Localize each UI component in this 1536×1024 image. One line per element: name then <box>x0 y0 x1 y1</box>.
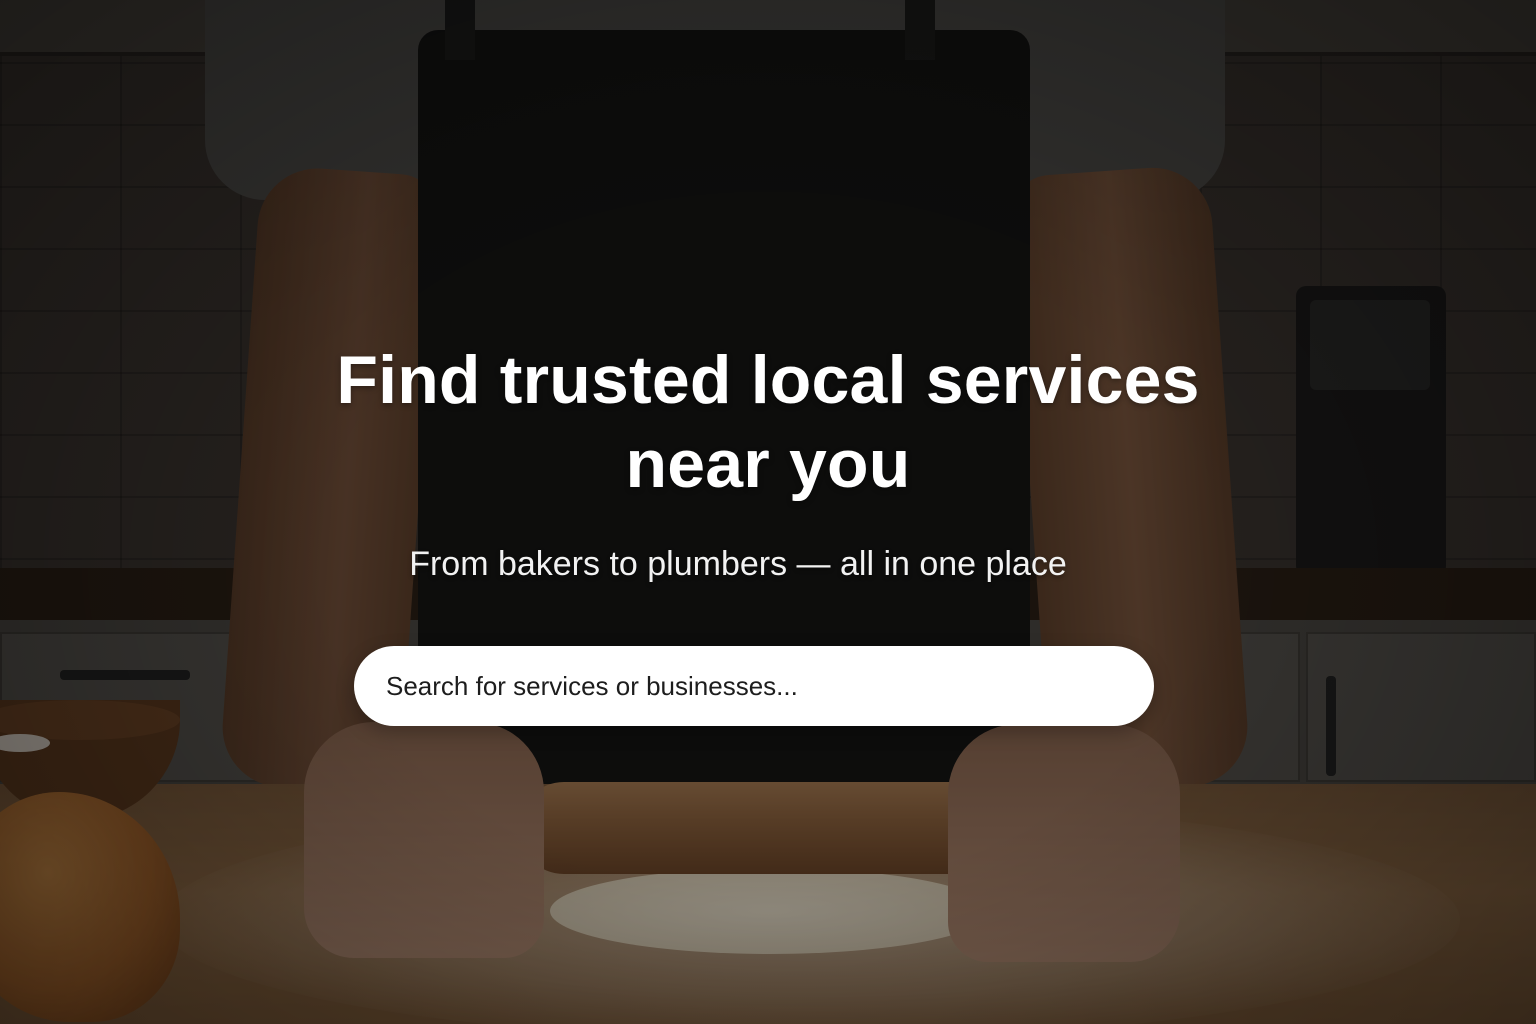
search-input[interactable] <box>386 666 1122 706</box>
search-bar[interactable] <box>354 646 1154 726</box>
hero-section: Find trusted local services near you Fro… <box>0 0 1536 1024</box>
hero-title: Find trusted local services near you <box>268 338 1268 506</box>
hero-subtitle: From bakers to plumbers — all in one pla… <box>409 545 1067 583</box>
hero-title-line-2: near you <box>625 426 911 502</box>
landing-page: Find trusted local services near you Fro… <box>0 0 1536 1024</box>
hero-title-line-1: Find trusted local services <box>336 342 1200 418</box>
